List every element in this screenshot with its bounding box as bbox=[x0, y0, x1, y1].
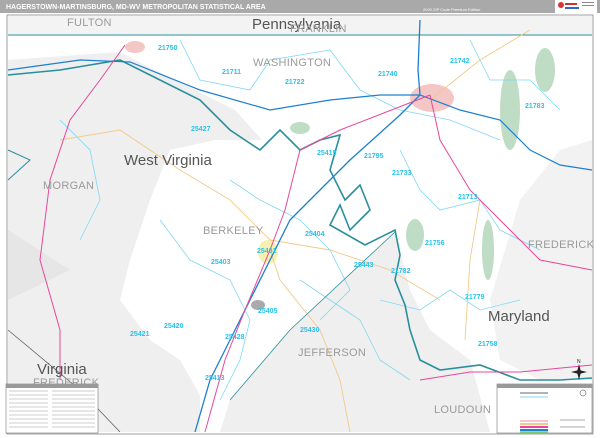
zip-label: 21782 bbox=[391, 268, 411, 275]
county-label-morgan: MORGAN bbox=[43, 180, 94, 192]
zip-label: 21795 bbox=[364, 153, 384, 160]
zip-label: 21733 bbox=[392, 170, 412, 177]
zip-label: 25405 bbox=[258, 308, 278, 315]
zip-label: 21713 bbox=[458, 194, 478, 201]
zip-label: 21722 bbox=[285, 79, 305, 86]
zip-label: 25443 bbox=[354, 262, 374, 269]
zip-label: 25421 bbox=[130, 331, 150, 338]
map-legend bbox=[496, 383, 593, 434]
zip-label: 21742 bbox=[450, 58, 470, 65]
zip-label: 25413 bbox=[205, 375, 225, 382]
market-maps-logo bbox=[555, 0, 597, 13]
zip-label: 25401 bbox=[257, 248, 277, 255]
zip-label: 21779 bbox=[465, 294, 485, 301]
zip-label: 25427 bbox=[191, 126, 211, 133]
zip-label: 21711 bbox=[222, 69, 241, 76]
county-label-franklin: FRANKLIN bbox=[290, 23, 347, 35]
zip-label: 25428 bbox=[225, 334, 245, 341]
zip-label: 25403 bbox=[211, 259, 231, 266]
county-label-fulton: FULTON bbox=[67, 17, 112, 29]
zip-label: 21750 bbox=[158, 45, 178, 52]
zip-label: 25420 bbox=[164, 323, 184, 330]
zip-code-table bbox=[5, 383, 99, 434]
zip-label: 21756 bbox=[425, 240, 445, 247]
zip-label: 25419 bbox=[317, 150, 337, 157]
county-label-loudoun: LOUDOUN bbox=[434, 404, 491, 416]
state-label-west-virginia: West Virginia bbox=[124, 152, 212, 169]
county-label-berkeley: BERKELEY bbox=[203, 225, 264, 237]
county-label-jefferson: JEFFERSON bbox=[298, 347, 366, 359]
map-canvas: HAGERSTOWN-MARTINSBURG, MD-WV METROPOLIT… bbox=[0, 0, 600, 435]
compass-north-label: N bbox=[577, 359, 581, 365]
state-label-maryland: Maryland bbox=[488, 308, 550, 325]
state-label-virginia: Virginia bbox=[37, 361, 87, 378]
zip-label: 21783 bbox=[525, 103, 545, 110]
zip-label: 25430 bbox=[300, 327, 320, 334]
edition-label: 2020 ZIP Code Premium Edition bbox=[423, 7, 480, 12]
map-title: HAGERSTOWN-MARTINSBURG, MD-WV METROPOLIT… bbox=[6, 4, 266, 11]
zip-label: 21758 bbox=[478, 341, 498, 348]
county-label-frederick-md: FREDERICK bbox=[528, 239, 595, 251]
county-label-washington: WASHINGTON bbox=[253, 57, 331, 69]
zip-label: 21740 bbox=[378, 71, 398, 78]
zip-label: 25404 bbox=[305, 231, 325, 238]
